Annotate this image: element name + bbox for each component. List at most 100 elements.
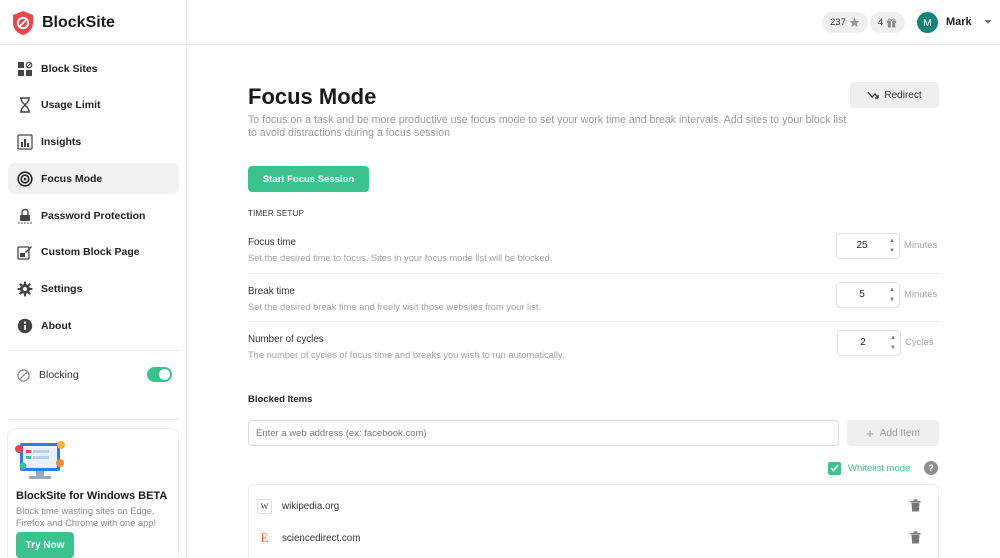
bar-chart-icon [17,134,33,150]
trash-icon[interactable] [910,531,921,544]
break-time-unit: Minutes [904,289,938,300]
stepper-arrows-icon[interactable]: ▲ ▼ [888,237,896,255]
blocked-items-list: W wikipedia.org E sciencedirect.com [248,484,939,558]
blocked-domain: sciencedirect.com [282,532,361,544]
trash-icon[interactable] [910,499,921,512]
avatar[interactable]: M [917,12,938,33]
stepper-arrows-icon[interactable]: ▲ ▼ [889,334,897,352]
try-now-button[interactable]: Try Now [16,532,74,558]
add-item-button[interactable]: + Add Item [847,420,939,446]
windows-promo-card: BlockSite for Windows BETA Block time wa… [7,428,179,558]
hourglass-icon [17,97,33,113]
break-time-row: Break time Set the desired break time an… [248,278,939,326]
sidebar-item-custom-block-page[interactable]: Custom Block Page [8,237,179,268]
help-icon[interactable]: ? [924,461,938,475]
blocksite-shield-icon [13,11,33,35]
app-logo[interactable]: BlockSite [11,10,115,36]
promo-title: BlockSite for Windows BETA [16,490,168,502]
user-name[interactable]: Mark [946,16,972,28]
gifts-badge[interactable]: 4 [870,12,906,33]
edit-page-icon [17,244,33,261]
redirect-arrow-icon [867,90,880,100]
sidebar-item-label: Focus Mode [41,172,103,185]
sidebar-item-insights[interactable]: Insights [8,127,179,158]
sidebar: BlockSite Block Sites Usage Limit Insigh… [0,0,187,558]
focus-time-row: Focus time Set the desired time to focus… [248,229,939,277]
whitelist-label: Whitelist mode [848,462,911,474]
focus-time-description: Set the desired time to focus. Sites in … [248,253,553,263]
cycles-value: 2 [860,337,866,348]
list-item: W wikipedia.org [257,496,929,516]
timer-setup-heading: TIMER SETUP [248,209,304,218]
blocking-toggle-row: Blocking [17,366,172,384]
row-divider [248,321,939,322]
sidebar-item-settings[interactable]: Settings [8,274,179,305]
sidebar-item-password-protection[interactable]: Password Protection [8,200,179,231]
list-item: E sciencedirect.com [257,528,929,548]
stepper-arrows-icon[interactable]: ▲ ▼ [888,286,896,304]
sidebar-item-label: Settings [41,283,83,296]
sidebar-nav: Block Sites Usage Limit Insights Focus M… [8,53,179,347]
sidebar-item-about[interactable]: About [8,311,179,342]
page-description: To focus on a task and be more productiv… [248,114,847,139]
sciencedirect-favicon-icon: E [260,530,269,545]
redirect-button[interactable]: Redirect [850,82,939,108]
gear-icon [17,281,33,297]
app-name: BlockSite [42,14,115,31]
stars-count: 237 [830,17,846,28]
stars-badge[interactable]: 237 [822,12,868,33]
page-title: Focus Mode [248,84,377,109]
sidebar-item-usage-limit[interactable]: Usage Limit [8,90,179,121]
break-time-value: 5 [859,289,865,300]
promo-description: Block time wasting sites on Edge, Firefo… [16,506,157,528]
plus-icon: + [866,425,874,441]
info-icon [17,318,33,334]
gift-icon [887,18,897,28]
blocking-label: Blocking [39,369,79,381]
redirect-label: Redirect [884,89,922,101]
sidebar-item-label: Usage Limit [41,99,101,112]
grid-block-icon [17,61,33,77]
sidebar-header-divider [0,44,187,45]
sidebar-item-focus-mode[interactable]: Focus Mode [8,163,179,195]
start-focus-session-button[interactable]: Start Focus Session [248,166,369,192]
desktop-app-illustration-icon [15,441,65,479]
star-icon [849,17,860,27]
sidebar-divider [8,419,179,420]
wikipedia-favicon-icon: W [257,498,272,514]
focus-time-label: Focus time [248,237,296,248]
cycles-label: Number of cycles [248,334,324,345]
cycles-unit: Cycles [905,337,934,348]
add-item-label: Add Item [879,427,920,439]
blocked-domain: wikipedia.org [282,500,340,512]
sidebar-item-label: About [41,320,72,333]
chevron-down-icon[interactable] [984,19,992,25]
lock-icon [17,208,33,224]
focus-time-stepper[interactable]: 25 ▲ ▼ [836,233,900,259]
whitelist-checkbox[interactable] [828,461,841,475]
focus-mode-page: Focus Mode To focus on a task and be mor… [187,45,1000,558]
gifts-count: 4 [878,17,884,28]
web-address-input[interactable] [248,420,839,446]
top-bar: 237 4 M Mark [187,0,1000,45]
target-icon [17,171,33,187]
cycles-row: Number of cycles The number of cycles of… [248,326,939,374]
cycles-stepper[interactable]: 2 ▲ ▼ [837,330,901,356]
cycles-description: The number of cycles of focus time and b… [248,350,565,360]
whitelist-mode-toggle[interactable]: Whitelist mode [828,461,910,475]
break-time-stepper[interactable]: 5 ▲ ▼ [836,282,900,308]
sidebar-item-label: Block Sites [41,62,98,75]
sidebar-item-label: Insights [41,136,82,149]
break-time-description: Set the desired break time and freely vi… [248,302,541,312]
sidebar-item-label: Custom Block Page [41,246,140,259]
blocked-items-heading: Blocked Items [248,394,313,405]
break-time-label: Break time [248,286,295,297]
focus-time-value: 25 [856,240,868,251]
sidebar-divider [8,350,179,351]
sidebar-item-label: Password Protection [41,209,146,222]
checkmark-icon [830,464,839,472]
blocking-toggle[interactable] [147,367,172,382]
focus-time-unit: Minutes [904,240,938,251]
row-divider [248,273,939,274]
sidebar-item-block-sites[interactable]: Block Sites [8,53,179,84]
